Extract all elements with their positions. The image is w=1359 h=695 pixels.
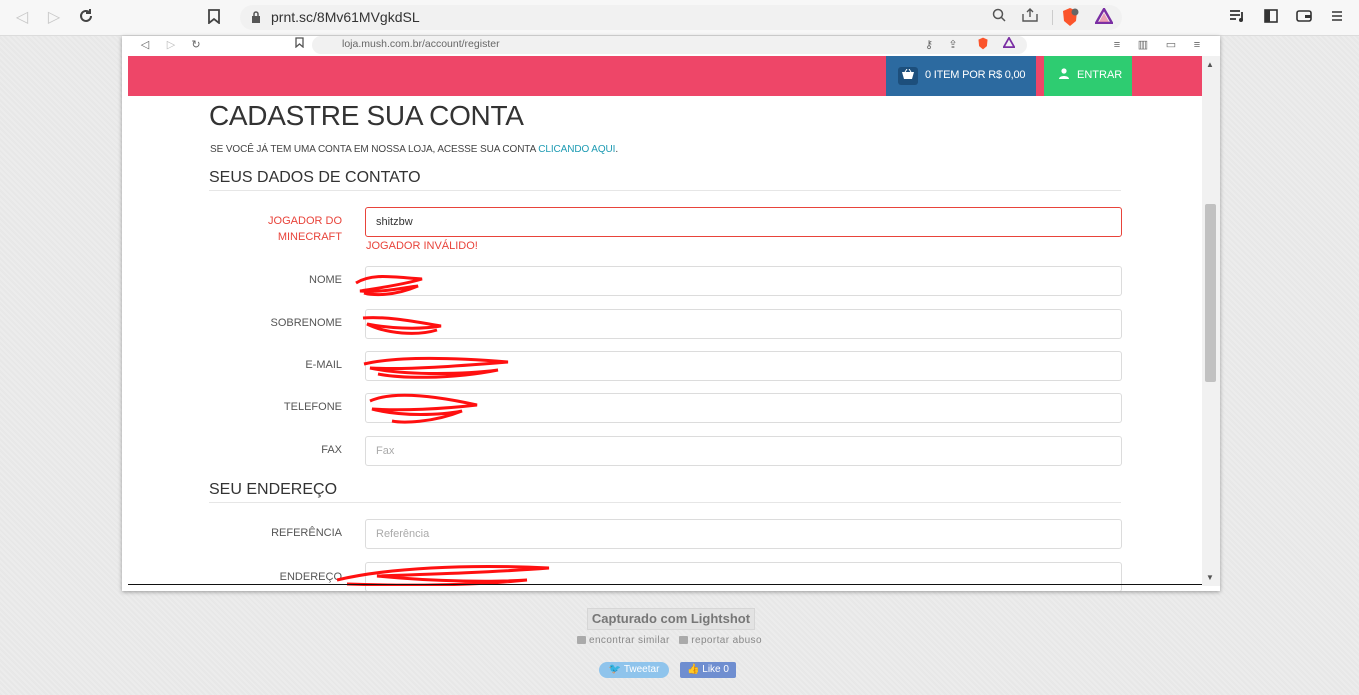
email-label: E-MAIL <box>305 359 342 371</box>
inner-browser-toolbar: ◁ ▷ ↻ loja.mush.com.br/account/register … <box>122 36 1220 56</box>
wallet-icon[interactable] <box>1295 9 1313 27</box>
like-label: Like 0 <box>702 664 729 675</box>
address-bar[interactable]: prnt.sc/8Mv61MVgkdSL <box>240 5 1122 30</box>
email-input[interactable] <box>365 351 1122 381</box>
tweet-label: Tweetar <box>623 664 660 675</box>
inner-reload-icon: ↻ <box>191 39 201 51</box>
surname-input[interactable] <box>365 309 1122 339</box>
login-hint-end: . <box>615 144 619 155</box>
brave-rewards-icon[interactable] <box>1093 6 1115 26</box>
page-title: CADASTRE SUA CONTA <box>209 100 524 131</box>
address-input[interactable] <box>365 562 1122 591</box>
forward-icon[interactable]: ▷ <box>44 8 64 28</box>
report-abuse-link[interactable]: reportar abuso <box>691 635 762 646</box>
find-similar-link[interactable]: encontrar similar <box>589 635 670 646</box>
lightshot-links: encontrar similar reportar abuso <box>577 635 762 646</box>
login-link[interactable]: CLICANDO AQUI <box>538 144 615 155</box>
surname-label: SOBRENOME <box>270 317 342 329</box>
like-button[interactable]: 👍 Like 0 <box>680 662 736 678</box>
name-input[interactable] <box>365 266 1122 296</box>
reference-input[interactable] <box>365 519 1122 549</box>
login-button[interactable]: ENTRAR <box>1044 56 1132 96</box>
reference-label: REFERÊNCIA <box>271 527 342 539</box>
address-label: ENDEREÇO <box>279 571 342 583</box>
playlist-icon[interactable] <box>1228 9 1246 27</box>
flag-icon <box>679 636 689 645</box>
section-divider <box>209 190 1121 191</box>
inner-bookmark-icon <box>292 37 306 53</box>
inner-address-bar: loja.mush.com.br/account/register ⚷ ⇪ <box>312 36 1027 54</box>
inner-forward-icon: ▷ <box>166 39 176 51</box>
lightshot-caption: Capturado com Lightshot <box>587 608 755 630</box>
screenshot-image: ◁ ▷ ↻ loja.mush.com.br/account/register … <box>122 36 1220 591</box>
sidebar-icon[interactable] <box>1262 9 1280 27</box>
phone-input[interactable] <box>365 393 1122 423</box>
login-hint-text: SE VOCÊ JÁ TEM UMA CONTA EM NOSSA LOJA, … <box>210 144 539 155</box>
inner-sidebar-icon: ▥ <box>1137 39 1149 51</box>
inner-brave-rewards-icon <box>1002 36 1016 53</box>
menu-icon[interactable] <box>1328 9 1346 27</box>
zoom-icon[interactable] <box>990 8 1008 26</box>
inner-playlist-icon: ≡ <box>1113 39 1121 51</box>
browser-toolbar: ◁ ▷ prnt.sc/8Mv61MVgkdSL <box>0 0 1359 36</box>
brave-shield-icon[interactable] <box>1061 7 1079 26</box>
minecraft-label: JOGADOR DO MINECRAFT <box>212 213 342 245</box>
cart-label: 0 ITEM POR R$ 0,00 <box>925 69 1026 81</box>
lock-icon <box>252 11 260 23</box>
site-header: 0 ITEM POR R$ 0,00 ENTRAR <box>128 56 1202 96</box>
inner-back-icon: ◁ <box>140 39 150 51</box>
inner-wallet-icon: ▭ <box>1165 39 1177 51</box>
minecraft-player-input[interactable] <box>365 207 1122 237</box>
camera-icon <box>577 636 586 645</box>
tweet-button[interactable]: 🐦 Tweetar <box>599 662 669 678</box>
phone-label: TELEFONE <box>283 401 342 413</box>
basket-icon <box>898 67 918 85</box>
user-icon <box>1057 67 1071 85</box>
back-icon[interactable]: ◁ <box>12 8 32 28</box>
name-label: NOME <box>309 274 342 286</box>
scroll-down-arrow[interactable]: ▼ <box>1206 573 1214 582</box>
fax-label: FAX <box>321 444 342 456</box>
contact-section-heading: SEUS DADOS DE CONTATO <box>209 169 421 186</box>
inner-share-icon: ⇪ <box>948 39 958 51</box>
inner-brave-shield-icon <box>976 37 990 55</box>
inner-key-icon: ⚷ <box>924 39 934 51</box>
page-scrollbar[interactable]: ▲ ▼ <box>1202 56 1220 586</box>
scroll-thumb[interactable] <box>1205 204 1216 382</box>
thumbs-up-icon: 👍 <box>687 664 700 675</box>
url-text: prnt.sc/8Mv61MVgkdSL <box>271 9 420 25</box>
divider <box>1052 10 1053 25</box>
bookmark-icon[interactable] <box>205 9 223 27</box>
fax-input[interactable] <box>365 436 1122 466</box>
address-section-heading: SEU ENDEREÇO <box>209 481 338 498</box>
minecraft-error: JOGADOR INVÁLIDO! <box>366 240 478 252</box>
section-divider <box>209 502 1121 503</box>
twitter-bird-icon: 🐦 <box>608 664 622 675</box>
inner-url-text: loja.mush.com.br/account/register <box>342 38 500 50</box>
share-icon[interactable] <box>1021 8 1039 26</box>
cart-button[interactable]: 0 ITEM POR R$ 0,00 <box>886 56 1036 96</box>
reload-icon[interactable] <box>76 8 96 28</box>
scroll-up-arrow[interactable]: ▲ <box>1206 60 1214 69</box>
login-hint: SE VOCÊ JÁ TEM UMA CONTA EM NOSSA LOJA, … <box>210 144 618 155</box>
minecraft-label-line1: JOGADOR DO <box>268 215 342 227</box>
crop-edge-line <box>128 584 1202 585</box>
minecraft-label-line2: MINECRAFT <box>277 231 342 243</box>
login-label: ENTRAR <box>1077 69 1123 81</box>
inner-menu-icon: ≡ <box>1193 39 1201 51</box>
